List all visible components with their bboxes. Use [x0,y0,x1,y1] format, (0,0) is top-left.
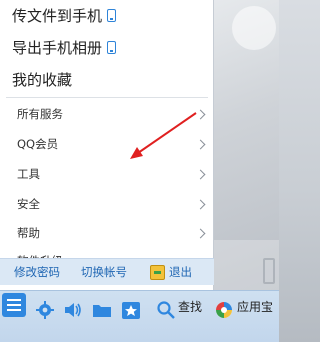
menu-item-my-favorites[interactable]: 我的收藏 [0,64,214,94]
menu-item-label: 所有服务 [17,107,63,121]
phone-icon [107,8,117,22]
exit-icon [150,264,165,280]
speaker-icon[interactable] [62,299,84,321]
folder-icon[interactable] [91,299,113,321]
search-icon[interactable] [155,299,177,321]
menu-divider [6,97,208,98]
menu-item-help[interactable]: 帮助 [0,219,214,247]
menu-item-label: 工具 [17,167,40,181]
app-store-icon[interactable] [213,299,235,321]
menu-item-label: QQ会员 [17,137,59,151]
phone-icon [107,40,117,54]
menu-item-export-phone-album[interactable]: 导出手机相册 [0,32,214,62]
chevron-right-icon [195,169,206,179]
menu-item-all-services[interactable]: 所有服务 [0,100,214,128]
chevron-right-icon [195,109,206,119]
menu-icon[interactable] [2,293,26,317]
switch-account-link[interactable]: 切换帐号 [81,264,127,280]
app-store-label[interactable]: 应用宝 [237,298,273,315]
search-label[interactable]: 查找 [178,298,202,315]
gear-icon[interactable] [34,299,56,321]
main-menu: 传文件到手机 导出手机相册 我的收藏 所有服务 QQ会员 工具 安全 帮助 软件… [0,0,214,290]
menu-item-label: 导出手机相册 [12,38,103,57]
menu-item-tools[interactable]: 工具 [0,160,214,188]
chevron-right-icon [195,228,206,238]
chevron-right-icon [195,199,206,209]
exit-button[interactable]: 退出 [150,264,192,280]
chevron-right-icon [195,139,206,149]
background-decoration [232,6,276,50]
star-icon[interactable] [120,299,142,321]
menu-item-qq-vip[interactable]: QQ会员 [0,130,214,158]
menu-item-label: 传文件到手机 [12,6,103,25]
menu-item-label: 我的收藏 [12,70,73,89]
menu-action-bar: 修改密码 切换帐号 退出 [0,258,214,285]
menu-item-send-file-to-phone[interactable]: 传文件到手机 [0,0,214,30]
menu-item-label: 安全 [17,197,40,211]
exit-label: 退出 [169,265,192,279]
change-password-link[interactable]: 修改密码 [14,264,60,280]
menu-item-label: 帮助 [17,226,40,240]
menu-item-security[interactable]: 安全 [0,190,214,218]
watermark-phone-icon [263,258,275,284]
